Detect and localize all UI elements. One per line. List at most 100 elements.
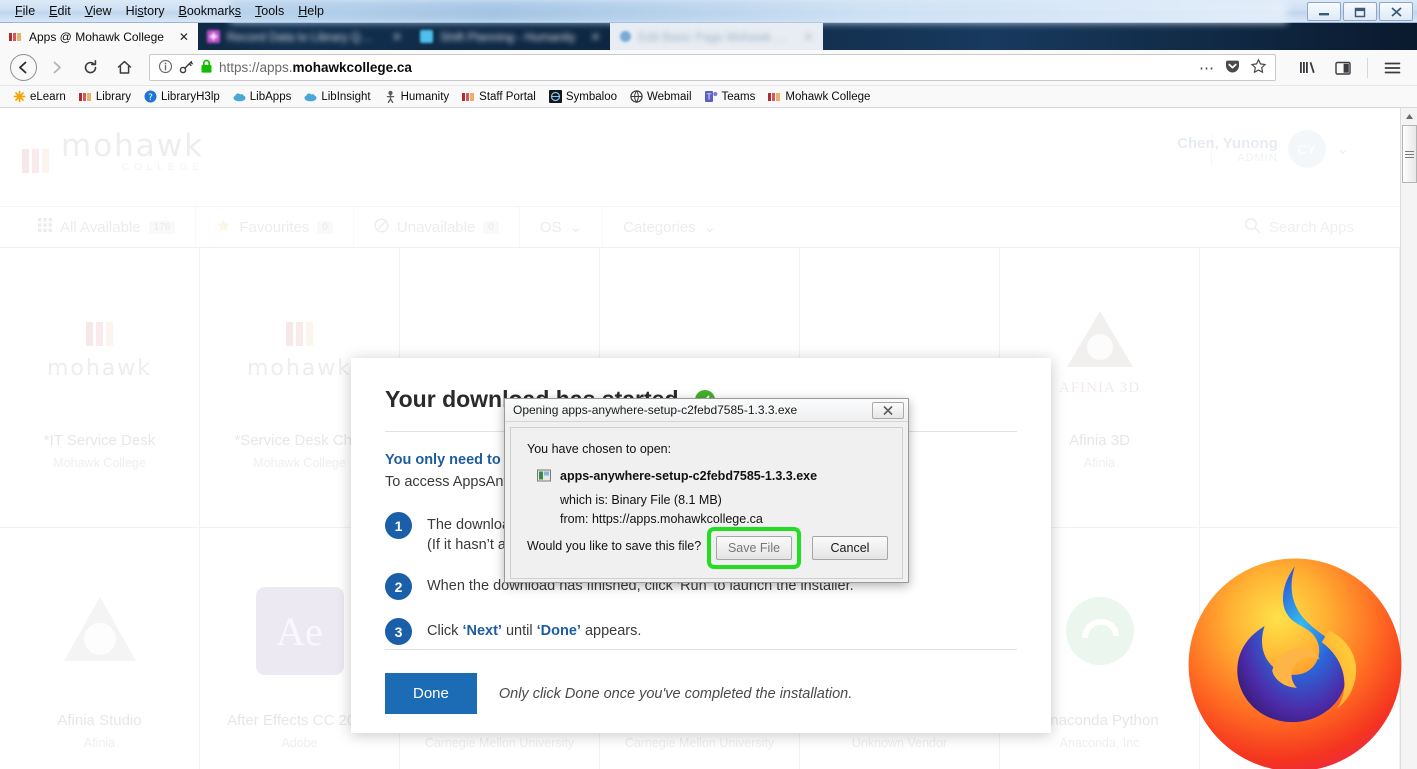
menu-tools[interactable]: Tools: [248, 2, 291, 21]
star-icon: [216, 218, 231, 237]
tab-title: Edit Basic Page Mohawk App: [639, 30, 789, 44]
menu-help[interactable]: Help: [291, 2, 331, 21]
bookmark-libinsight[interactable]: LibInsight: [299, 89, 375, 104]
reload-button[interactable]: [75, 53, 105, 83]
dialog-close-button[interactable]: [872, 402, 904, 419]
user-menu[interactable]: Chen, Yunong ADMIN CY ⌄: [1177, 130, 1350, 168]
permissions-key-icon[interactable]: [179, 59, 194, 77]
dialog-buttons: Save File Cancel: [707, 527, 888, 569]
tab-edit-basic-page[interactable]: Edit Basic Page Mohawk App ✕: [610, 23, 823, 50]
bookmark-libapps[interactable]: LibApps: [228, 89, 297, 104]
nav-unavailable[interactable]: Unavailable 0: [354, 206, 520, 248]
save-file-button[interactable]: Save File: [716, 536, 792, 560]
menu-history[interactable]: History: [119, 2, 172, 21]
user-name: Chen, Yunong: [1177, 135, 1278, 152]
dialog-file-name: apps-anywhere-setup-c2febd7585-1.3.3.exe: [560, 469, 817, 483]
tab-close-icon[interactable]: ✕: [171, 30, 189, 44]
mohawk-bars-icon: [22, 149, 49, 173]
dialog-file-type: which is: Binary File (8.1 MB): [527, 493, 886, 507]
app-title: *IT Service Desk: [0, 432, 199, 449]
bookmark-staff-portal[interactable]: Staff Portal: [457, 89, 541, 104]
tab-close-icon[interactable]: ✕: [582, 30, 600, 44]
app-icon-mohawk: mohawk: [247, 292, 352, 410]
app-vendor: Anaconda, Inc: [1000, 736, 1199, 750]
svg-text:T: T: [705, 93, 711, 102]
minimize-button[interactable]: [1307, 2, 1341, 21]
nav-favourites[interactable]: Favourites 0: [196, 206, 354, 248]
menu-view[interactable]: View: [78, 2, 119, 21]
url-bar[interactable]: https://apps.mohawkcollege.ca ⋯: [149, 54, 1276, 81]
tab-title: Shift Planning - Humanity: [440, 30, 575, 44]
forward-button[interactable]: [41, 53, 71, 83]
close-button[interactable]: [1379, 2, 1413, 21]
search-icon: [1244, 217, 1261, 238]
library-icon[interactable]: [1292, 53, 1322, 83]
modal-footer: Done Only click Done once you've complet…: [385, 673, 852, 714]
bookmark-label: Webmail: [647, 91, 692, 103]
app-vendor: Unknown Vendor: [800, 736, 999, 750]
page-info-icon[interactable]: [158, 59, 173, 77]
done-button[interactable]: Done: [385, 673, 477, 714]
bookmark-label: Teams: [722, 91, 756, 103]
pocket-icon[interactable]: [1224, 58, 1241, 78]
bookmark-libraryh3lp[interactable]: ? LibraryH3lp: [139, 89, 225, 104]
sidebar-icon[interactable]: [1328, 53, 1358, 83]
nav-all-available[interactable]: All Available 176: [18, 206, 196, 248]
bookmark-symbaloo[interactable]: Symbaloo: [544, 89, 622, 104]
bookmark-label: Staff Portal: [479, 91, 536, 103]
tab-shift-planning-humanity[interactable]: Shift Planning - Humanity ✕: [411, 23, 609, 50]
app-vendor: Carnegie Mellon University: [600, 736, 799, 750]
chevron-down-icon[interactable]: ⌄: [1336, 139, 1350, 159]
app-card[interactable]: Afinia Studio Afinia: [0, 528, 200, 769]
cancel-button[interactable]: Cancel: [812, 536, 888, 560]
home-button[interactable]: [109, 53, 139, 83]
app-icon-after-effects: Ae: [256, 572, 344, 690]
bookmark-star-icon[interactable]: [1250, 58, 1267, 78]
nav-os-filter[interactable]: OS ⌄: [520, 206, 603, 248]
question-mark-icon: ?: [144, 90, 157, 103]
svg-text:?: ?: [148, 93, 153, 103]
page-actions-icon[interactable]: ⋯: [1199, 59, 1215, 77]
lock-icon[interactable]: [200, 59, 213, 77]
search-apps-input[interactable]: Search Apps: [1244, 217, 1354, 238]
nav-categories-filter[interactable]: Categories ⌄: [603, 206, 736, 248]
tab-close-icon[interactable]: ✕: [384, 30, 402, 44]
scroll-up-arrow[interactable]: [1401, 108, 1417, 125]
person-icon: [384, 90, 397, 103]
nav-label: Unavailable: [397, 219, 475, 236]
mohawk-favicon: [9, 30, 22, 43]
app-vendor: Adobe: [200, 736, 399, 750]
app-icon-mohawk: mohawk: [47, 292, 152, 410]
app-card[interactable]: [1200, 248, 1400, 528]
bookmark-mohawk-college[interactable]: Mohawk College: [763, 89, 875, 104]
mohawk-bars-icon: [79, 90, 92, 103]
bookmark-elearn[interactable]: eLearn: [8, 89, 71, 104]
tab-strip: Apps @ Mohawk College ✕ Record Data to L…: [0, 23, 1417, 50]
url-text: https://apps.mohawkcollege.ca: [219, 60, 412, 75]
modal-footer-note: Only click Done once you've completed th…: [499, 686, 852, 702]
bookmark-label: Mohawk College: [785, 91, 870, 103]
globe-icon: [630, 90, 643, 103]
bookmark-teams[interactable]: T Teams: [700, 89, 761, 104]
avatar: CY: [1288, 130, 1326, 168]
bookmark-humanity[interactable]: Humanity: [379, 89, 455, 104]
toolbar-right: [1286, 53, 1407, 83]
menu-file[interactable]: FFileile: [8, 2, 42, 21]
tab-apps-mohawk-college[interactable]: Apps @ Mohawk College ✕: [0, 23, 198, 50]
tab-record-data-to-library[interactable]: Record Data to Library Quer ✕: [198, 23, 411, 50]
restore-button[interactable]: [1343, 2, 1377, 21]
menu-edit[interactable]: Edit: [42, 2, 78, 21]
app-menu-icon[interactable]: [1377, 53, 1407, 83]
chevron-down-icon: ⌄: [570, 218, 583, 236]
app-card[interactable]: mohawk *IT Service Desk Mohawk College: [0, 248, 200, 528]
bookmark-webmail[interactable]: Webmail: [625, 89, 697, 104]
app-vendor: Carnegie Mellon University: [400, 736, 599, 750]
bookmark-label: Symbaloo: [566, 91, 617, 103]
back-button[interactable]: [10, 54, 37, 81]
scrollbar-thumb[interactable]: [1402, 125, 1417, 183]
bookmark-library[interactable]: Library: [74, 89, 136, 104]
humanity-favicon: [420, 30, 433, 43]
menu-bookmarks[interactable]: Bookmarks: [172, 2, 249, 21]
tab-close-icon[interactable]: ✕: [796, 30, 814, 44]
bookmark-label: eLearn: [30, 91, 66, 103]
